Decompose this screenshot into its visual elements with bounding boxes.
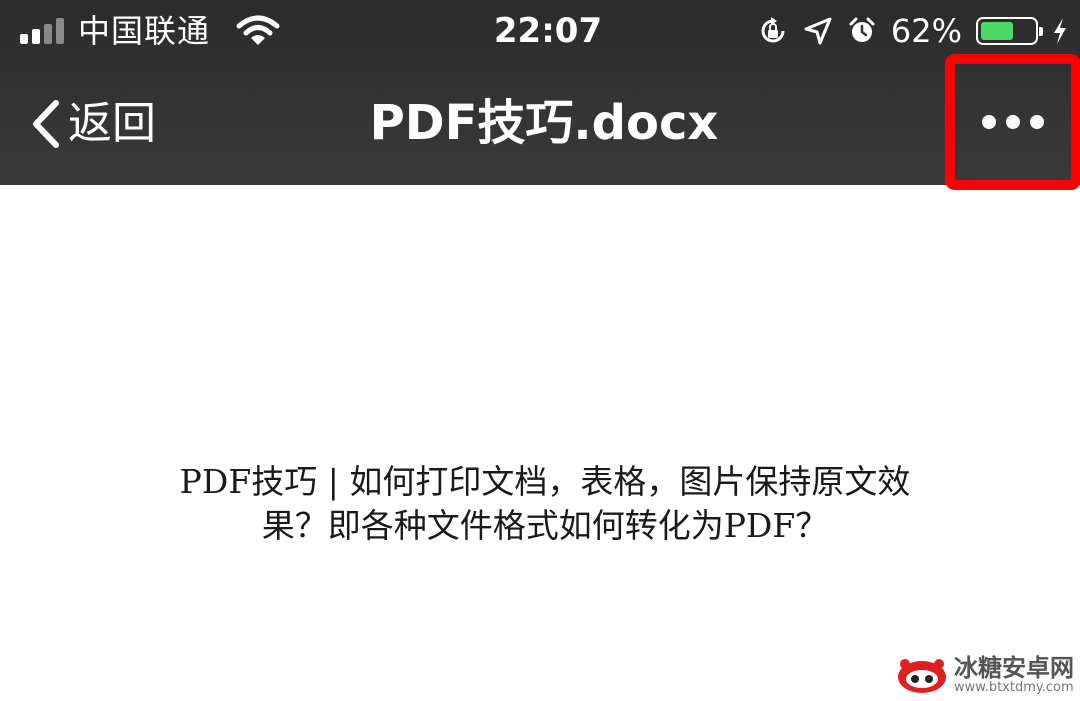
battery-level-fill bbox=[981, 22, 1014, 40]
rotation-lock-icon bbox=[761, 17, 785, 43]
status-bar: 中国联通 22:07 62% bbox=[0, 0, 1080, 62]
watermark-logo-icon bbox=[896, 655, 948, 695]
watermark-url: www.btxtdmy.com bbox=[954, 680, 1074, 695]
top-bar: 中国联通 22:07 62% 返回 PDF技巧.docx bbox=[0, 0, 1080, 185]
location-arrow-icon bbox=[804, 17, 832, 45]
document-line: PDF技巧 | 如何打印文档，表格，图片保持原文效 bbox=[179, 462, 911, 501]
status-right-group: 62% bbox=[757, 12, 1068, 50]
charging-bolt-icon bbox=[1054, 18, 1066, 44]
battery-icon bbox=[976, 17, 1043, 45]
watermark-text: 冰糖安卓网 www.btxtdmy.com bbox=[954, 655, 1074, 695]
more-dots-icon bbox=[1030, 115, 1044, 129]
page-title: PDF技巧.docx bbox=[369, 95, 719, 151]
watermark: 冰糖安卓网 www.btxtdmy.com bbox=[896, 655, 1074, 695]
watermark-name: 冰糖安卓网 bbox=[954, 654, 1074, 682]
battery-percent: 62% bbox=[890, 12, 962, 50]
battery-tip bbox=[1039, 27, 1043, 36]
more-options-button[interactable] bbox=[945, 54, 1080, 190]
more-dots-icon bbox=[1006, 115, 1020, 129]
more-dots-icon bbox=[982, 115, 996, 129]
alarm-icon bbox=[849, 17, 875, 42]
document-line: 果？即各种文件格式如何转化为PDF？ bbox=[261, 506, 829, 545]
document-content: PDF技巧 | 如何打印文档，表格，图片保持原文效 果？即各种文件格式如何转化为… bbox=[150, 460, 940, 548]
